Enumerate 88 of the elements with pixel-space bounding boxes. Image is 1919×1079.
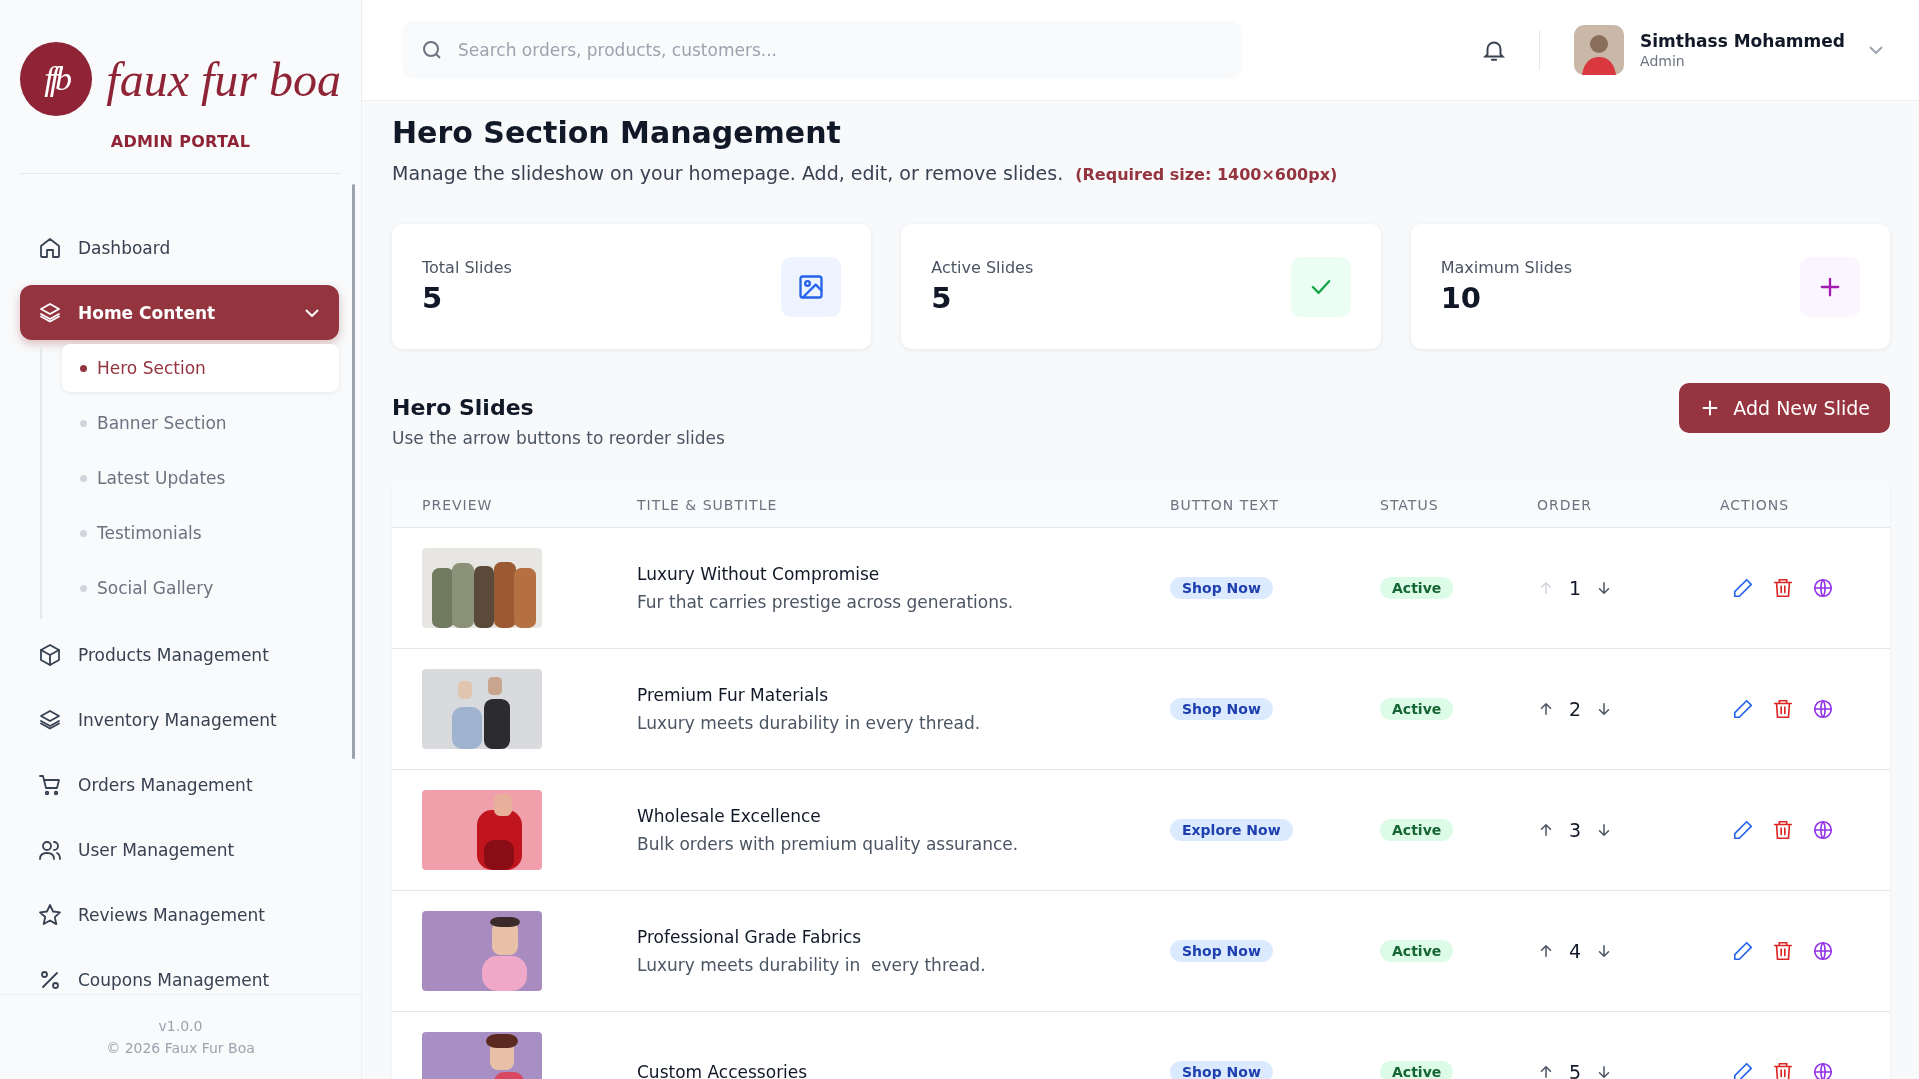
delete-icon[interactable] (1772, 1061, 1794, 1079)
image-icon (781, 256, 842, 317)
nav-item[interactable]: User Management (20, 822, 339, 877)
submenu-item[interactable]: Banner Section (62, 399, 339, 447)
search-field[interactable]: Search orders, products, customers... (402, 21, 1242, 79)
order-number: 5 (1569, 1061, 1582, 1079)
edit-icon[interactable] (1732, 819, 1754, 841)
button-text-tag: Shop Now (1170, 1061, 1273, 1079)
stat-label: Maximum Slides (1440, 258, 1572, 277)
column-header: ACTIONS (1720, 496, 1791, 513)
nav-item[interactable]: Dashboard (20, 220, 339, 275)
slide-title: Custom Accessories (637, 1062, 808, 1079)
logo-mark: ffb (20, 42, 93, 116)
delete-icon[interactable] (1772, 940, 1794, 962)
edit-icon[interactable] (1732, 1061, 1754, 1079)
cart-icon (38, 772, 62, 797)
globe-icon[interactable] (1812, 577, 1834, 599)
column-header: BUTTON TEXT (1170, 496, 1280, 513)
nav-item[interactable]: Reviews Management (20, 887, 339, 942)
submenu-item[interactable]: Hero Section (62, 344, 339, 392)
slide-title: Wholesale Excellence (637, 806, 821, 826)
order-number: 1 (1569, 577, 1582, 599)
status-tag: Active (1380, 940, 1454, 962)
stat-value: 5 (422, 281, 444, 315)
status-tag: Active (1380, 819, 1454, 841)
button-text-tag: Shop Now (1170, 577, 1273, 599)
delete-icon[interactable] (1772, 819, 1794, 841)
slide-subtitle: Fur that carries prestige across generations. (637, 592, 1014, 612)
globe-icon[interactable] (1812, 940, 1834, 962)
delete-icon[interactable] (1772, 698, 1794, 720)
star-icon (38, 902, 62, 927)
brand-name: faux fur boa (106, 51, 341, 107)
status-tag: Active (1380, 577, 1454, 599)
copyright-text: © 2026 Faux Fur Boa (106, 1040, 255, 1056)
edit-icon[interactable] (1732, 577, 1754, 599)
avatar (1574, 25, 1625, 75)
slide-title: Professional Grade Fabrics (637, 927, 862, 947)
page-description: Manage the slideshow on your homepage. Add, edit, or remove slides. (392, 162, 1064, 184)
section-subtitle: Use the arrow buttons to reorder slides (392, 428, 725, 448)
submenu-item[interactable]: Latest Updates (62, 454, 339, 502)
globe-icon[interactable] (1812, 819, 1834, 841)
check-icon (1290, 256, 1351, 317)
column-header: STATUS (1380, 496, 1440, 513)
layers-icon (38, 300, 62, 325)
submenu-item[interactable]: Testimonials (62, 509, 339, 557)
version-label: v1.0.0 (158, 1018, 203, 1034)
order-number: 2 (1569, 698, 1582, 720)
globe-icon[interactable] (1812, 698, 1834, 720)
layers-icon (38, 707, 62, 732)
status-tag: Active (1380, 698, 1454, 720)
stat-value: 5 (931, 281, 953, 315)
stat-value: 10 (1440, 281, 1482, 315)
box-icon (38, 642, 62, 667)
column-header: PREVIEW (422, 496, 494, 513)
nav-item[interactable]: Inventory Management (20, 692, 339, 747)
portal-label: ADMIN PORTAL (20, 132, 341, 174)
column-header: TITLE & SUBTITLE (637, 496, 779, 513)
user-name: Simthass Mohammed (1640, 31, 1845, 51)
slide-subtitle: Luxury meets durability in every thread. (637, 713, 981, 733)
plus-icon (1800, 256, 1860, 317)
submenu-item[interactable]: Social Gallery (62, 564, 339, 612)
status-tag: Active (1380, 1061, 1454, 1079)
nav-item[interactable]: Products Management (20, 627, 339, 682)
page-title: Hero Section Management (392, 115, 842, 150)
user-role: Admin (1640, 53, 1686, 69)
order-number: 4 (1569, 940, 1582, 962)
section-title: Hero Slides (392, 395, 535, 420)
nav-item[interactable]: Coupons Management (20, 952, 339, 994)
nav-item[interactable]: Orders Management (20, 757, 339, 812)
column-header: ORDER (1537, 496, 1594, 513)
button-text-tag: Explore Now (1170, 819, 1293, 841)
home-icon (38, 235, 62, 260)
button-text-tag: Shop Now (1170, 940, 1273, 962)
slide-title: Luxury Without Compromise (637, 564, 880, 584)
edit-icon[interactable] (1732, 698, 1754, 720)
nav-item[interactable]: Home Content (20, 285, 339, 340)
stat-label: Active Slides (931, 258, 1034, 277)
add-slide-button[interactable]: Add New Slide (1679, 383, 1890, 433)
slide-subtitle: Bulk orders with premium quality assurance. (637, 834, 1019, 854)
globe-icon[interactable] (1812, 1061, 1834, 1079)
slide-subtitle: Luxury meets durability in every thread. (637, 955, 986, 975)
size-note: (Required size: 1400×600px) (1075, 165, 1338, 184)
stat-label: Total Slides (422, 258, 512, 277)
button-text-tag: Shop Now (1170, 698, 1273, 720)
slide-title: Premium Fur Materials (637, 685, 828, 705)
order-number: 3 (1569, 819, 1582, 841)
delete-icon[interactable] (1772, 577, 1794, 599)
edit-icon[interactable] (1732, 940, 1754, 962)
